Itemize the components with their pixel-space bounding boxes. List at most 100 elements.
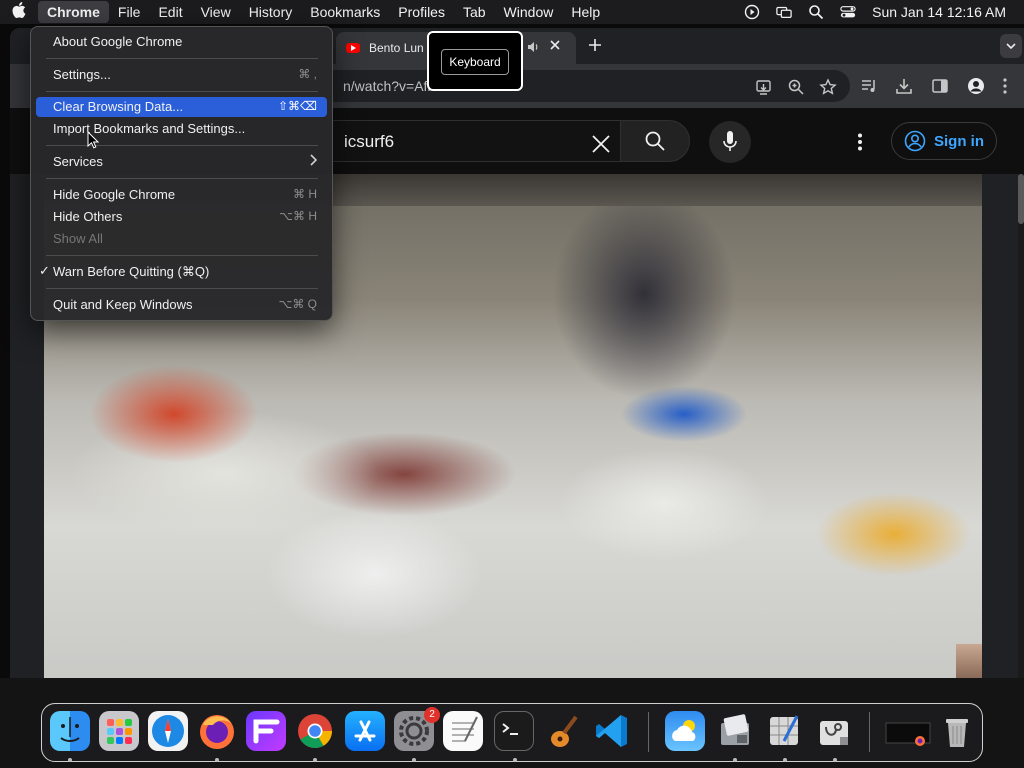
scrollbar-thumb[interactable]	[1018, 174, 1024, 224]
video-facecam-thumbnail	[956, 644, 982, 678]
page-scrollbar[interactable]	[1018, 174, 1024, 678]
downloads-icon[interactable]	[895, 77, 913, 95]
close-tab-icon[interactable]	[549, 38, 561, 54]
menu-help[interactable]: Help	[562, 1, 609, 23]
bookmark-star-icon[interactable]	[819, 78, 837, 96]
menu-tab[interactable]: Tab	[454, 1, 495, 23]
keyboard-tooltip-label: Keyboard	[441, 49, 509, 75]
menu-bookmarks[interactable]: Bookmarks	[301, 1, 389, 23]
menu-item-clear-browsing-data[interactable]: Clear Browsing Data... ⇧⌘⌫	[36, 97, 327, 117]
menu-item-quit-shortcut: ⌥⌘ Q	[278, 297, 318, 311]
audio-playing-icon[interactable]	[526, 40, 540, 57]
menu-item-show-all-label: Show All	[53, 231, 103, 246]
menu-item-hide-others[interactable]: Hide Others ⌥⌘ H	[36, 207, 327, 227]
trash-icon[interactable]	[937, 711, 977, 751]
zoom-icon[interactable]	[787, 78, 805, 96]
menu-item-hide-chrome[interactable]: Hide Google Chrome ⌘ H	[36, 185, 327, 205]
search-icon	[645, 131, 665, 151]
dock: 2	[41, 703, 983, 762]
menu-history[interactable]: History	[240, 1, 302, 23]
menu-edit[interactable]: Edit	[149, 1, 191, 23]
chevron-down-icon	[1006, 43, 1016, 50]
textedit-icon[interactable]	[443, 711, 483, 751]
screen-mirroring-icon[interactable]	[776, 4, 792, 20]
launchpad-icon[interactable]	[99, 711, 139, 751]
menu-item-import-bookmarks[interactable]: Import Bookmarks and Settings...	[36, 119, 327, 139]
menubar: Chrome File Edit View History Bookmarks …	[0, 0, 1024, 24]
menu-item-settings[interactable]: Settings... ⌘ ,	[36, 65, 327, 85]
menu-separator	[46, 255, 318, 256]
running-indicator	[513, 758, 517, 762]
media-controls-icon[interactable]	[860, 77, 878, 95]
spotlight-search-icon[interactable]	[808, 4, 824, 20]
running-indicator	[215, 758, 219, 762]
tab-title: Bento Lun	[369, 41, 424, 55]
terminal-icon[interactable]	[494, 711, 534, 751]
menu-window[interactable]: Window	[495, 1, 563, 23]
more-options-icon[interactable]	[850, 132, 870, 152]
tab-search-button[interactable]	[1000, 34, 1022, 58]
chrome-menu-icon[interactable]	[1002, 77, 1020, 95]
microphone-icon	[723, 131, 737, 151]
menu-item-services[interactable]: Services	[36, 152, 327, 172]
menu-item-hide-shortcut: ⌘ H	[293, 187, 317, 201]
chrome-app-menu: About Google Chrome Settings... ⌘ , Clea…	[30, 26, 333, 321]
weather-icon[interactable]	[665, 711, 705, 751]
firefox-icon[interactable]	[197, 711, 237, 751]
menu-profiles[interactable]: Profiles	[389, 1, 454, 23]
youtube-favicon-icon	[346, 43, 360, 53]
menu-separator	[46, 178, 318, 179]
running-indicator	[733, 758, 737, 762]
youtube-search-button[interactable]	[620, 120, 690, 162]
control-center-icon[interactable]	[840, 4, 856, 20]
youtube-search-query[interactable]: icsurf6	[344, 132, 394, 152]
dock-separator	[648, 712, 649, 752]
safari-icon[interactable]	[148, 711, 188, 751]
apple-menu-icon[interactable]	[0, 2, 38, 22]
running-indicator	[412, 758, 416, 762]
menu-item-clear-label: Clear Browsing Data...	[53, 99, 184, 114]
chrome-icon[interactable]	[295, 711, 335, 751]
minimized-window-icon[interactable]	[884, 711, 932, 751]
preview-icon[interactable]	[715, 711, 755, 751]
garageband-icon[interactable]	[543, 711, 583, 751]
side-panel-icon[interactable]	[931, 77, 949, 95]
menu-item-about[interactable]: About Google Chrome	[36, 32, 327, 52]
new-tab-button[interactable]	[583, 34, 607, 58]
install-app-icon[interactable]	[755, 78, 773, 96]
menubar-clock[interactable]: Sun Jan 14 12:16 AM	[872, 4, 1006, 20]
menu-item-settings-shortcut: ⌘ ,	[298, 67, 317, 81]
checkmark-icon: ✓	[39, 263, 50, 278]
menu-chrome[interactable]: Chrome	[38, 1, 109, 23]
menu-item-clear-shortcut: ⇧⌘⌫	[277, 99, 317, 113]
running-indicator	[68, 758, 72, 762]
menu-item-show-all: Show All	[36, 229, 327, 249]
app-store-icon[interactable]	[345, 711, 385, 751]
voice-search-button[interactable]	[709, 121, 751, 163]
finder-icon[interactable]	[50, 711, 90, 751]
url-text[interactable]: n/watch?v=Afft	[343, 78, 435, 94]
disk-utility-icon[interactable]	[814, 711, 854, 751]
menu-file[interactable]: File	[109, 1, 150, 23]
sign-in-label: Sign in	[934, 132, 984, 150]
notification-badge: 2	[424, 707, 440, 723]
menu-item-quit-keep-windows[interactable]: Quit and Keep Windows ⌥⌘ Q	[36, 295, 327, 315]
fantastical-icon[interactable]	[246, 711, 286, 751]
menu-separator	[46, 91, 318, 92]
menu-item-warn-before-quitting[interactable]: ✓ Warn Before Quitting (⌘Q)	[36, 262, 327, 282]
submenu-chevron-right-icon	[309, 153, 318, 169]
menu-item-hide-others-label: Hide Others	[53, 209, 123, 224]
keyboard-tooltip: Keyboard	[427, 31, 523, 91]
clear-search-icon[interactable]	[590, 133, 612, 155]
play-status-icon[interactable]	[744, 4, 760, 20]
dock-separator	[869, 712, 870, 752]
menu-view[interactable]: View	[192, 1, 240, 23]
vscode-icon[interactable]	[593, 711, 633, 751]
menu-item-quit-label: Quit and Keep Windows	[53, 297, 193, 312]
sign-in-button[interactable]: Sign in	[891, 122, 997, 160]
menu-item-settings-label: Settings...	[53, 67, 111, 82]
account-icon	[904, 130, 926, 152]
profile-avatar-icon[interactable]	[967, 77, 985, 95]
running-indicator	[833, 758, 837, 762]
pages-icon[interactable]	[764, 711, 804, 751]
